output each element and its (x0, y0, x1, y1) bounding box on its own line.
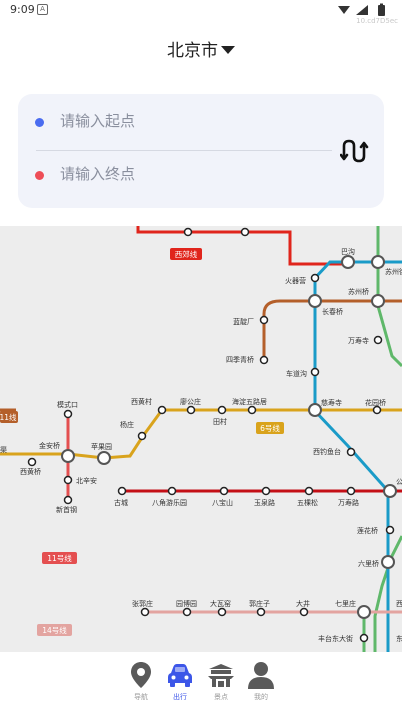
location-pin-icon (131, 662, 151, 688)
end-row (18, 152, 328, 208)
station-huoqiying: 火器营 (285, 276, 306, 285)
station-xinshougang: 新首钢 (56, 505, 77, 514)
city-selector[interactable]: 北京市 (0, 36, 402, 61)
station-liuliqiao: 六里桥 (358, 559, 379, 568)
station-suzhoujie: 苏州街 (385, 267, 402, 276)
route-card (18, 94, 384, 208)
station-liaogongzhuang: 廖公庄 (180, 397, 201, 406)
station-sijiqing: 四季青桥 (226, 355, 254, 364)
xijiao-label-text: 西郊线 (175, 249, 198, 259)
station-lanzhouchang: 蓝靛厂 (233, 317, 254, 326)
station-qu: 渠 (0, 445, 7, 454)
station-zhangguozhuang: 张郭庄 (132, 599, 153, 608)
station-beixinan: 北辛安 (76, 476, 97, 485)
station-cishousi: 慈寿寺 (321, 398, 342, 407)
tab-label: 出行 (173, 693, 187, 701)
station-xihuangcun: 西黄村 (131, 397, 152, 406)
station-wukesong: 五棵松 (297, 498, 318, 507)
city-name: 北京市 (167, 41, 218, 61)
line11-left-label-text: 11线 (0, 412, 17, 422)
tab-label: 我的 (254, 693, 268, 701)
station-moshikou: 模式口 (57, 400, 78, 409)
line6 (0, 408, 402, 460)
station-guozhuangzi: 郭庄子 (249, 599, 270, 608)
station-gucheng: 古城 (114, 498, 128, 507)
station-suzhouqiao: 苏州桥 (348, 287, 369, 296)
station-tiancun: 田村 (213, 417, 227, 426)
station-dajing: 大井 (296, 599, 310, 608)
station-pingguoyuan: 苹果园 (91, 442, 112, 451)
swap-icon[interactable] (340, 138, 370, 164)
station-yuquanlu: 玉泉路 (254, 498, 275, 507)
subway-map-canvas[interactable]: 西郊线 11线 6号线 11号线 14号线 巴沟 苏州街 火器营 苏州桥 蓝靛厂… (0, 226, 402, 652)
station-bagou: 巴沟 (341, 247, 355, 256)
station-dawayao: 大瓦窑 (210, 599, 231, 608)
signal-battery-icon (338, 3, 385, 16)
station-jinanqiao: 金安桥 (39, 441, 60, 450)
station-xihuanglu: 西黄桥 (20, 467, 41, 476)
end-input[interactable] (58, 164, 322, 184)
station-xidiaoyutai: 西钓鱼台 (313, 447, 341, 456)
station-qilizhuang: 七里庄 (335, 599, 356, 608)
tab-label: 导航 (134, 693, 148, 701)
line10 (313, 260, 390, 652)
station-bajiao: 八角游乐园 (152, 498, 187, 507)
station-wanshousi: 万寿寺 (348, 336, 369, 345)
station-changchunqiao: 长春桥 (322, 307, 343, 316)
station-xi: 西 (396, 600, 402, 608)
end-dot-icon (35, 171, 44, 180)
station-right-edge: 东 (396, 634, 402, 643)
car-icon (168, 664, 192, 687)
start-dot-icon (35, 118, 44, 127)
station-haidianwulukou: 海淀五路居 (232, 397, 267, 406)
route-divider (36, 150, 332, 151)
station-wanshoulu: 万寿路 (338, 498, 359, 507)
line14-label-text: 14号线 (42, 625, 67, 635)
station-huayuanqiao: 花园桥 (365, 398, 386, 407)
status-watermark: 10.cd7D5ec (356, 17, 398, 25)
station-fengtai: 丰台东大街 (318, 634, 353, 643)
caret-down-icon (221, 46, 235, 54)
station-yangzhuang: 杨庄 (120, 420, 134, 429)
tab-travel[interactable]: 出行 (158, 660, 202, 712)
line11-label-text: 11号线 (47, 553, 72, 563)
notification-icon: A (37, 4, 48, 15)
tab-navigation[interactable]: 导航 (119, 660, 163, 712)
tab-bar: 导航 出行 景点 我的 (0, 652, 402, 716)
tab-profile[interactable]: 我的 (239, 660, 283, 712)
tab-attractions[interactable]: 景点 (199, 660, 243, 712)
station-chedaogou: 车道沟 (286, 369, 307, 378)
start-input[interactable] (58, 111, 322, 131)
status-bar: 9:09 A 10.cd7D5ec (0, 0, 402, 25)
pavilion-icon (208, 664, 234, 687)
station-lianhuaqiao: 莲花桥 (357, 526, 378, 535)
line6-label-text: 6号线 (260, 423, 280, 433)
tab-label: 景点 (214, 693, 228, 701)
user-icon (248, 662, 274, 689)
station-gong: 公 (396, 478, 402, 486)
subway-map[interactable]: 西郊线 11线 6号线 11号线 14号线 巴沟 苏州街 火器营 苏州桥 蓝靛厂… (0, 226, 402, 652)
station-yuanboyuan: 园博园 (176, 599, 197, 608)
status-time: 9:09 (10, 3, 35, 16)
start-row (18, 94, 328, 150)
station-babaoshan: 八宝山 (212, 498, 233, 507)
